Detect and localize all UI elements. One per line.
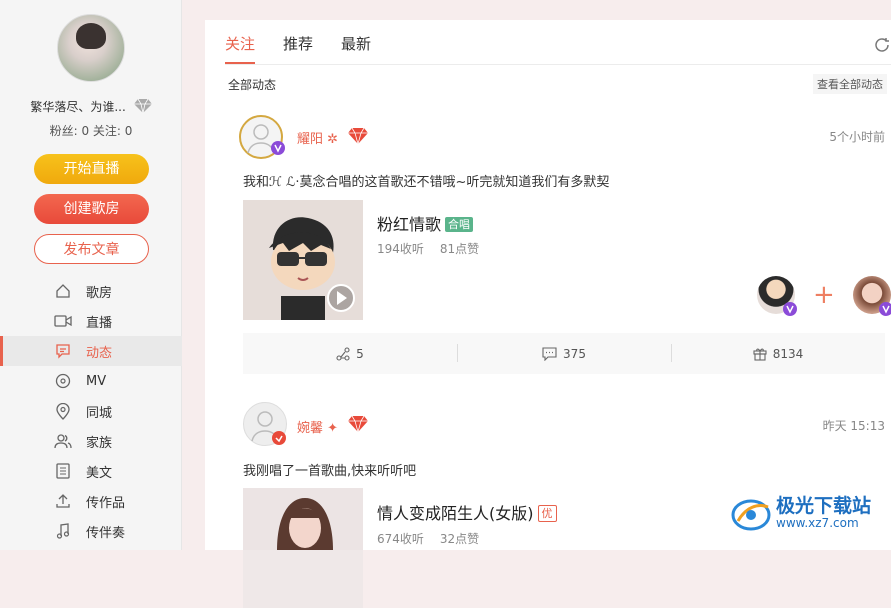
play-count: 194收听 <box>377 242 424 256</box>
sidebar-item-label: 同城 <box>86 405 113 421</box>
music-note-icon <box>54 522 72 540</box>
section-title: 全部动态 <box>228 78 277 92</box>
sidebar-item-label: 美文 <box>86 465 113 481</box>
singer-cover-image <box>243 488 363 550</box>
publish-article-button[interactable]: 发布文章 <box>34 234 149 264</box>
site-watermark: 极光下载站 www.xz7.com <box>730 493 871 533</box>
username[interactable]: 繁华落尽、为谁... <box>30 100 125 114</box>
upload-icon <box>54 492 72 510</box>
sidebar-item-live[interactable]: 直播 <box>0 306 182 336</box>
song-stats: 194收听 81点赞 <box>377 240 495 257</box>
sidebar: 繁华落尽、为谁... 粉丝: 0 关注: 0 开始直播 创建歌房 发布文章 歌房… <box>0 0 182 550</box>
sidebar-item-label: 传作品 <box>86 495 126 511</box>
share-icon <box>336 346 350 361</box>
user-stats: 粉丝: 0 关注: 0 <box>0 122 182 139</box>
comment-count: 375 <box>563 346 586 361</box>
tab-divider <box>225 64 891 65</box>
quality-badge: 优 <box>537 505 557 522</box>
follow-count[interactable]: 0 <box>125 124 133 138</box>
user-avatar[interactable] <box>57 14 125 82</box>
share-button[interactable]: 5 <box>243 333 457 374</box>
sidebar-item-accompaniment[interactable]: 传伴奏 <box>0 516 182 546</box>
chorus-badge: 合唱 <box>445 217 474 232</box>
sidebar-item-label: 动态 <box>86 345 113 361</box>
diamond-icon <box>133 98 152 114</box>
red-tag-icon <box>272 431 286 445</box>
feed-tabs: 关注 推荐 最新 <box>225 30 399 64</box>
fans-label: 粉丝: <box>49 124 78 138</box>
sparkle-icon: ✦ <box>327 421 339 436</box>
song-cover[interactable] <box>243 488 363 608</box>
sidebar-item-label: 家族 <box>86 435 113 451</box>
view-all-button[interactable]: 查看全部动态 <box>813 74 887 94</box>
tab-following[interactable]: 关注 <box>225 30 256 64</box>
red-diamond-icon <box>348 415 368 433</box>
song-title[interactable]: 粉红情歌 合唱 <box>377 211 474 235</box>
sidebar-item-label: MV <box>86 373 107 389</box>
sidebar-item-rooms[interactable]: 歌房 <box>0 276 182 306</box>
post-author-name[interactable]: 耀阳 ✲ <box>297 128 338 147</box>
song-stats: 674收听 32点赞 <box>377 530 495 547</box>
feed-panel: 关注 推荐 最新 全部动态 查看全部动态 耀阳 ✲ 5个小时前 我和ℋ ℒ·莫念… <box>205 20 891 608</box>
gift-count: 8134 <box>772 346 804 361</box>
duet-avatar-left[interactable] <box>757 276 797 316</box>
tab-recommended[interactable]: 推荐 <box>283 30 313 64</box>
cartoon-cover-image <box>243 200 363 320</box>
sidebar-item-label: 歌房 <box>86 285 113 301</box>
like-count: 81点赞 <box>439 242 480 256</box>
gift-icon <box>753 348 767 361</box>
follow-label: 关注: <box>92 124 121 138</box>
gift-button[interactable]: 8134 <box>671 333 885 374</box>
fans-count[interactable]: 0 <box>81 124 89 138</box>
vip-badge-icon <box>783 302 797 316</box>
sidebar-item-family[interactable]: 家族 <box>0 426 182 456</box>
username-row: 繁华落尽、为谁... <box>0 98 182 115</box>
post-time: 昨天 15:13 <box>822 419 885 433</box>
post-action-bar: 5 375 8134 <box>243 333 885 374</box>
sidebar-item-label: 传伴奏 <box>86 525 126 541</box>
sidebar-item-local[interactable]: 同城 <box>0 396 182 426</box>
duet-participants: + <box>757 276 891 316</box>
post-time: 5个小时前 <box>829 130 885 144</box>
post-text: 我和ℋ ℒ·莫念合唱的这首歌还不错哦~听完就知道我们有多默契 <box>243 175 610 190</box>
sidebar-nav: 歌房 直播 动态 MV 同城 家族 美文 传作品 传伴奏 <box>0 276 182 546</box>
post-text: 我刚唱了一首歌曲,快来听听吧 <box>243 464 417 479</box>
tab-latest[interactable]: 最新 <box>341 30 371 64</box>
song-title[interactable]: 情人变成陌生人(女版) 优 <box>377 500 557 524</box>
create-room-button[interactable]: 创建歌房 <box>34 194 149 224</box>
message-icon <box>54 342 72 360</box>
duet-avatar-right[interactable] <box>852 276 891 316</box>
vip-badge-icon <box>271 141 285 155</box>
disc-icon <box>54 372 72 390</box>
watermark-title: 极光下载站 <box>776 495 872 517</box>
share-count: 5 <box>356 346 364 361</box>
sidebar-item-label: 直播 <box>86 315 113 331</box>
start-live-button[interactable]: 开始直播 <box>34 154 149 184</box>
like-count: 32点赞 <box>439 532 480 546</box>
song-cover[interactable] <box>243 200 363 320</box>
sidebar-item-mv[interactable]: MV <box>0 366 182 396</box>
home-icon <box>54 282 72 300</box>
red-diamond-icon <box>348 127 368 145</box>
video-camera-icon <box>54 312 72 330</box>
vip-badge-icon <box>878 302 891 316</box>
play-count: 674收听 <box>377 532 424 546</box>
group-icon <box>54 432 72 450</box>
sidebar-item-feed[interactable]: 动态 <box>0 336 182 366</box>
sidebar-item-upload[interactable]: 传作品 <box>0 486 182 516</box>
watermark-url: www.xz7.com <box>776 516 859 530</box>
sidebar-item-articles[interactable]: 美文 <box>0 456 182 486</box>
refresh-icon[interactable] <box>873 36 891 54</box>
plus-icon: + <box>813 280 835 310</box>
post-author-name[interactable]: 婉馨 ✦ <box>297 417 338 436</box>
aurora-logo-icon <box>731 499 771 531</box>
document-icon <box>54 462 72 480</box>
comment-icon <box>542 346 557 361</box>
location-pin-icon <box>54 402 72 420</box>
gear-badge-icon: ✲ <box>327 132 339 147</box>
comment-button[interactable]: 375 <box>457 333 671 374</box>
